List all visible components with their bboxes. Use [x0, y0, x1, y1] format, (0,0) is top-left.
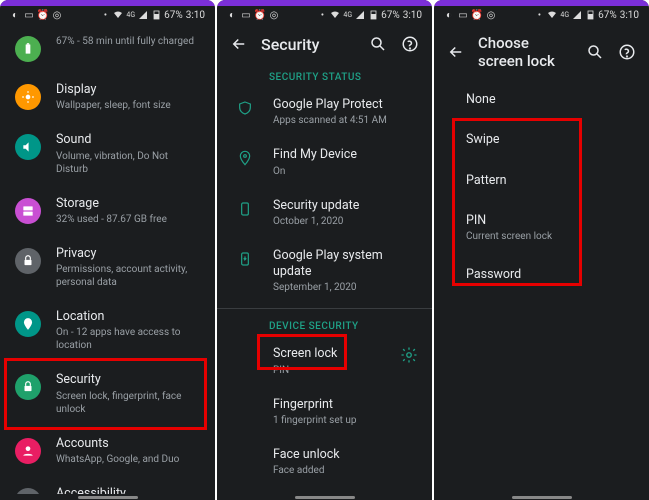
setting-battery[interactable]: 67% - 58 min until fully charged: [0, 24, 215, 72]
option-pin[interactable]: PINCurrent screen lock: [434, 201, 649, 255]
security-list[interactable]: SECURITY STATUS Google Play ProtectApps …: [217, 64, 432, 494]
pin-icon: [236, 149, 254, 167]
item-play-system-update[interactable]: Google Play system updateSeptember 1, 20…: [217, 238, 432, 305]
setting-accessibility[interactable]: AccessibilityScreen readers, display, in…: [0, 476, 215, 494]
settings-panel: ◐ ▭ ⏰ ◎ • 4G 67% 3:10 67% - 58 min until…: [0, 0, 215, 500]
alarm-icon: ⏰: [472, 10, 482, 20]
setting-sound[interactable]: SoundVolume, vibration, Do Not Disturb: [0, 122, 215, 185]
camera-icon: ▭: [241, 10, 251, 20]
page-title: Choose screen lock: [478, 34, 573, 70]
nav-bar[interactable]: [0, 494, 215, 500]
signal-icon: [355, 10, 365, 20]
wifi-icon: [330, 10, 340, 20]
security-panel: ◐ ▭ ⏰ ◎ • 4G 67% 3:10 Security SECURITY STA…: [217, 0, 432, 500]
battery-pct: 67%: [164, 10, 183, 21]
shield-icon: [236, 99, 254, 117]
security-icon: [15, 374, 41, 400]
wifi-icon: [113, 10, 123, 20]
item-find-device[interactable]: Find My DeviceOn: [217, 137, 432, 187]
display-icon: [15, 84, 41, 110]
signal-icon: [572, 10, 582, 20]
clock: 3:10: [403, 10, 422, 21]
item-face-unlock[interactable]: Face unlockFace added: [217, 437, 432, 487]
app-bar: Choose screen lock: [434, 24, 649, 80]
nav-bar[interactable]: [217, 494, 432, 500]
accessibility-icon: [15, 488, 41, 494]
help-button[interactable]: [400, 34, 420, 54]
status-bar: ◐ ▭ ⏰ ◎ • 4G 67% 3:10: [217, 6, 432, 24]
app-icon: ◎: [52, 10, 62, 20]
alarm-icon: ⏰: [255, 10, 265, 20]
sound-icon: [15, 134, 41, 160]
messenger-icon: ◐: [227, 10, 237, 20]
setting-accounts[interactable]: AccountsWhatsApp, Google, and Duo: [0, 426, 215, 476]
accounts-icon: [15, 438, 41, 464]
storage-icon: [15, 198, 41, 224]
app-bar: Security: [217, 24, 432, 64]
wifi-icon: [547, 10, 557, 20]
page-title: Security: [261, 35, 356, 54]
battery-icon: [15, 36, 41, 62]
camera-icon: ▭: [24, 10, 34, 20]
privacy-icon: [15, 248, 41, 274]
status-bar: ◐ ▭ ⏰ ◎ • 4G 67% 3:10: [434, 6, 649, 24]
lock-options-list[interactable]: None Swipe Pattern PINCurrent screen loc…: [434, 80, 649, 494]
search-button[interactable]: [368, 34, 388, 54]
battery-icon: [151, 10, 161, 20]
option-swipe[interactable]: Swipe: [434, 120, 649, 160]
camera-icon: ▭: [458, 10, 468, 20]
item-screen-lock[interactable]: Screen lockPIN: [217, 336, 432, 386]
back-button[interactable]: [446, 42, 466, 62]
battery-icon: [585, 10, 595, 20]
option-pattern[interactable]: Pattern: [434, 161, 649, 201]
network-label: 4G: [560, 11, 569, 19]
search-button[interactable]: [585, 42, 605, 62]
nav-bar[interactable]: [434, 494, 649, 500]
app-icon: ◎: [486, 10, 496, 20]
status-bar: ◐ ▭ ⏰ ◎ • 4G 67% 3:10: [0, 6, 215, 24]
choose-lock-panel: ◐ ▭ ⏰ ◎ • 4G 67% 3:10 Choose screen lock No…: [434, 0, 649, 500]
section-device-security: DEVICE SECURITY: [217, 313, 432, 336]
setting-privacy[interactable]: PrivacyPermissions, account activity, pe…: [0, 236, 215, 299]
setting-security[interactable]: SecurityScreen lock, fingerprint, face u…: [0, 362, 215, 425]
messenger-icon: ◐: [444, 10, 454, 20]
phone-icon: [236, 200, 254, 218]
setting-location[interactable]: LocationOn - 12 apps have access to loca…: [0, 299, 215, 362]
battery-pct: 67%: [598, 10, 617, 21]
settings-list[interactable]: 67% - 58 min until fully charged Display…: [0, 24, 215, 494]
section-security-status: SECURITY STATUS: [217, 64, 432, 87]
setting-storage[interactable]: Storage32% used - 87.67 GB free: [0, 186, 215, 236]
item-security-update[interactable]: Security updateOctober 1, 2020: [217, 188, 432, 238]
battery-icon: [368, 10, 378, 20]
item-smart-lock[interactable]: Smart Lock: [217, 487, 432, 494]
app-icon: ◎: [269, 10, 279, 20]
update-icon: [236, 250, 254, 268]
alarm-icon: ⏰: [38, 10, 48, 20]
messenger-icon: ◐: [10, 10, 20, 20]
dot-icon: •: [100, 10, 110, 20]
option-none[interactable]: None: [434, 80, 649, 120]
battery-pct: 67%: [381, 10, 400, 21]
network-label: 4G: [126, 11, 135, 19]
item-fingerprint[interactable]: Fingerprint1 fingerprint set up: [217, 387, 432, 437]
network-label: 4G: [343, 11, 352, 19]
location-icon: [15, 311, 41, 337]
signal-icon: [138, 10, 148, 20]
setting-display[interactable]: DisplayWallpaper, sleep, font size: [0, 72, 215, 122]
back-button[interactable]: [229, 34, 249, 54]
dot-icon: •: [317, 10, 327, 20]
divider: [217, 308, 432, 309]
clock: 3:10: [186, 10, 205, 21]
option-password[interactable]: Password: [434, 255, 649, 295]
dot-icon: •: [534, 10, 544, 20]
item-play-protect[interactable]: Google Play ProtectApps scanned at 4:51 …: [217, 87, 432, 137]
clock: 3:10: [620, 10, 639, 21]
gear-button[interactable]: [400, 346, 418, 364]
help-button[interactable]: [617, 42, 637, 62]
